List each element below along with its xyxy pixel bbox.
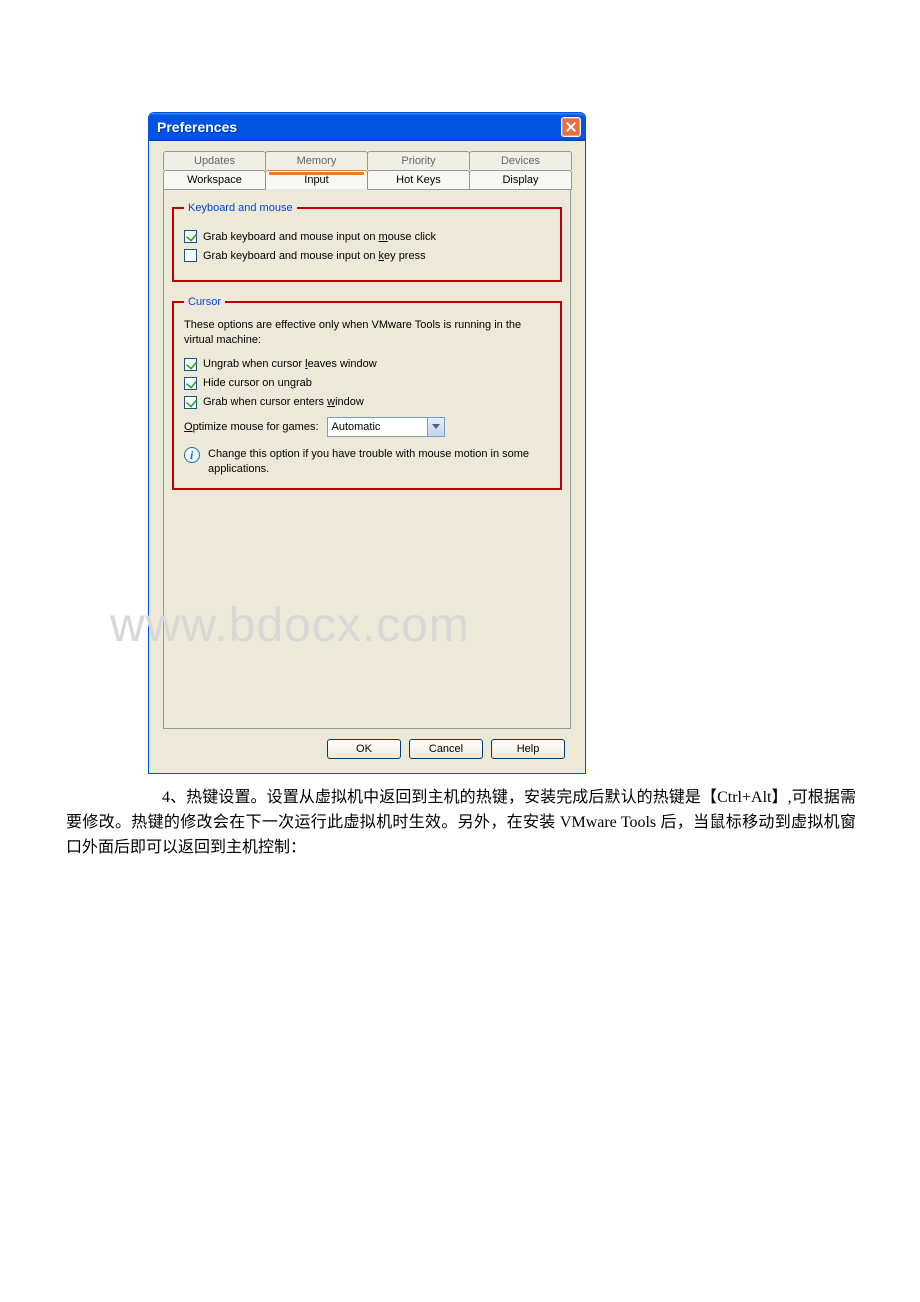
help-button[interactable]: Help [491,739,565,759]
tab-row-back: Updates Memory Priority Devices [163,151,571,170]
tab-row-front: Workspace Input Hot Keys Display [163,170,571,190]
checkbox-label: Grab keyboard and mouse input on mouse c… [203,231,436,243]
optimize-mouse-combobox[interactable]: Automatic [327,417,445,437]
group-keyboard-mouse: Keyboard and mouse Grab keyboard and mou… [172,202,562,282]
group-cursor: Cursor These options are effective only … [172,296,562,490]
info-icon [184,447,200,463]
checkbox-icon[interactable] [184,230,197,243]
tab-updates[interactable]: Updates [163,151,266,170]
checkbox-label: Ungrab when cursor leaves window [203,358,377,370]
checkbox-icon[interactable] [184,249,197,262]
legend-keyboard-mouse: Keyboard and mouse [184,202,297,214]
optimize-mouse-label: Optimize mouse for games: [184,421,319,433]
checkbox-hide-cursor-on-ungrab[interactable]: Hide cursor on ungrab [184,377,550,390]
cancel-button[interactable]: Cancel [409,739,483,759]
checkbox-label: Grab when cursor enters window [203,396,364,408]
tab-input[interactable]: Input [265,170,368,190]
checkbox-label: Grab keyboard and mouse input on key pre… [203,250,426,262]
close-icon[interactable] [561,117,581,137]
preferences-dialog: Preferences Updates Memory Priority Devi… [148,112,586,774]
legend-cursor: Cursor [184,296,225,308]
tab-workspace[interactable]: Workspace [163,170,266,190]
checkbox-grab-on-mouse-click[interactable]: Grab keyboard and mouse input on mouse c… [184,230,550,243]
checkbox-icon[interactable] [184,377,197,390]
tab-display[interactable]: Display [469,170,572,190]
dialog-buttons: OK Cancel Help [163,729,571,759]
tab-memory[interactable]: Memory [265,151,368,170]
checkbox-grab-on-key-press[interactable]: Grab keyboard and mouse input on key pre… [184,249,550,262]
checkbox-label: Hide cursor on ungrab [203,377,312,389]
cursor-note: These options are effective only when VM… [184,318,550,348]
info-text: Change this option if you have trouble w… [208,447,550,477]
checkbox-grab-enters-window[interactable]: Grab when cursor enters window [184,396,550,409]
tab-priority[interactable]: Priority [367,151,470,170]
tab-panel-input: Keyboard and mouse Grab keyboard and mou… [163,189,571,729]
ok-button[interactable]: OK [327,739,401,759]
titlebar-text: Preferences [157,119,237,135]
caption-paragraph: 4、热键设置。设置从虚拟机中返回到主机的热键，安装完成后默认的热键是【Ctrl+… [66,786,856,860]
chevron-down-icon[interactable] [427,418,444,436]
tab-hotkeys[interactable]: Hot Keys [367,170,470,190]
tab-devices[interactable]: Devices [469,151,572,170]
titlebar[interactable]: Preferences [149,113,585,141]
info-row: Change this option if you have trouble w… [184,447,550,477]
checkbox-icon[interactable] [184,358,197,371]
checkbox-ungrab-leaves-window[interactable]: Ungrab when cursor leaves window [184,358,550,371]
combobox-value: Automatic [328,421,427,433]
checkbox-icon[interactable] [184,396,197,409]
optimize-mouse-row: Optimize mouse for games: Automatic [184,417,550,437]
